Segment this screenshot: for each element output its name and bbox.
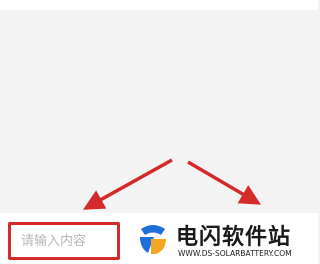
search-input-box[interactable]: [8, 222, 120, 260]
red-arrow-icon: [82, 158, 173, 210]
red-arrow-icon: [187, 160, 262, 205]
watermark-url: WWW.DS-SOLARBATTERY.COM: [178, 249, 292, 258]
site-logo-icon: [136, 221, 170, 255]
search-input[interactable]: [11, 225, 117, 257]
app-screen: 电闪软件站 WWW.DS-SOLARBATTERY.COM: [0, 0, 318, 264]
watermark: 电闪软件站 WWW.DS-SOLARBATTERY.COM: [130, 215, 318, 264]
watermark-title: 电闪软件站: [176, 225, 292, 250]
